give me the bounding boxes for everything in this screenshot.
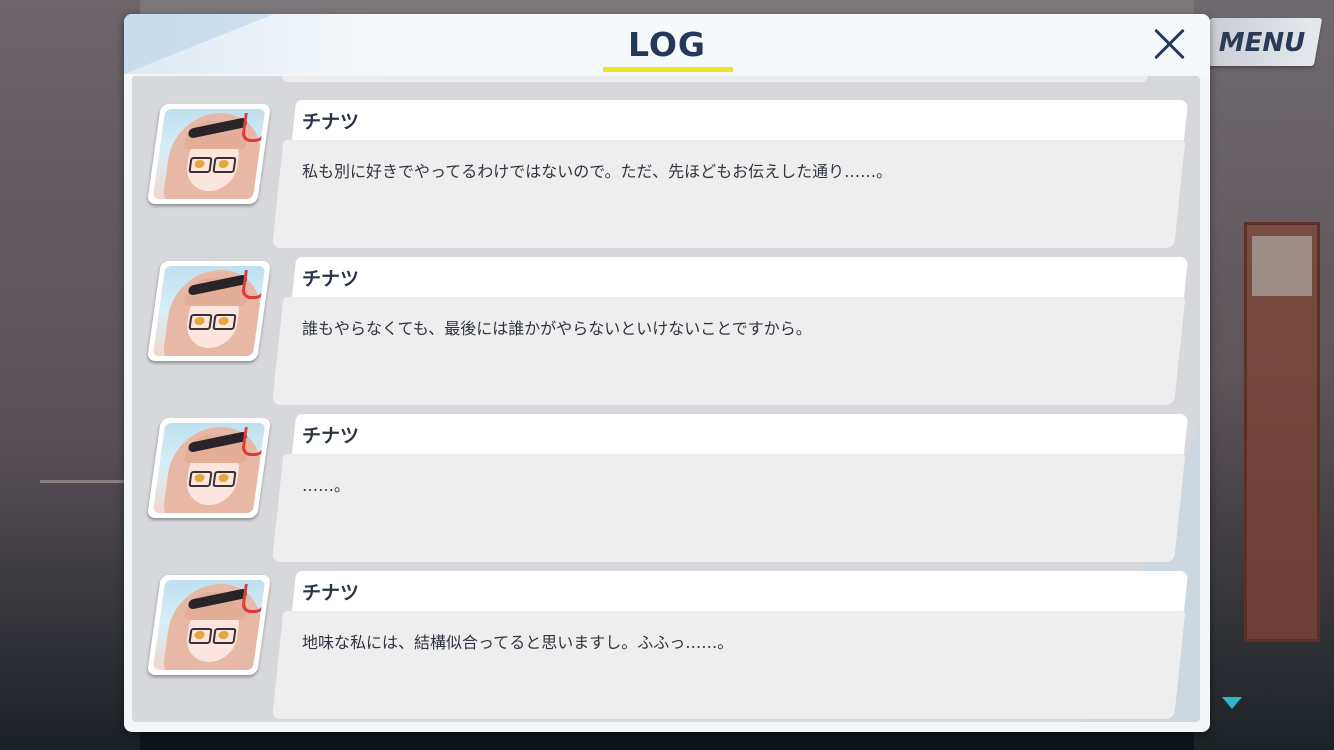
- log-entry: チナツ ……。: [132, 414, 1200, 566]
- door-window: [1252, 236, 1312, 296]
- menu-button-label[interactable]: MENU: [1214, 26, 1310, 60]
- name-plate: [292, 257, 1189, 297]
- message-text: ……。: [302, 476, 351, 495]
- log-header: LOG: [124, 14, 1210, 74]
- log-entry: チナツ 地味な私には、結構似合ってると思いますし。ふふっ……。: [132, 571, 1200, 722]
- log-window: LOG チナツ 私も別に好きでやってるわけではないので。ただ、先ほどもお伝えした…: [124, 14, 1210, 732]
- log-entry: チナツ 私も別に好きでやってるわけではないので。ただ、先ほどもお伝えした通り………: [132, 100, 1200, 252]
- left-wall: [0, 0, 140, 750]
- speaker-name: チナツ: [302, 268, 360, 290]
- message-bubble: [272, 297, 1186, 405]
- character-avatar-icon[interactable]: [146, 104, 272, 204]
- message-text: 私も別に好きでやってるわけではないので。ただ、先ほどもお伝えした通り……。: [302, 162, 893, 181]
- close-icon[interactable]: [1150, 24, 1190, 64]
- character-avatar-icon[interactable]: [146, 418, 272, 518]
- header-decoration: [124, 14, 274, 74]
- name-plate: [292, 571, 1189, 611]
- message-bubble: [272, 454, 1186, 562]
- scroll-down-triangle-icon[interactable]: [1222, 697, 1242, 709]
- title-underline: [603, 67, 733, 72]
- speaker-name: チナツ: [302, 582, 360, 604]
- character-avatar-icon[interactable]: [146, 575, 272, 675]
- character-avatar-icon[interactable]: [146, 261, 272, 361]
- message-bubble: [272, 611, 1186, 719]
- message-text: 誰もやらなくても、最後には誰かがやらないといけないことですから。: [302, 319, 812, 338]
- log-title: LOG: [628, 25, 706, 64]
- speaker-name: チナツ: [302, 111, 360, 133]
- name-plate: [292, 414, 1189, 454]
- log-entry: チナツ 誰もやらなくても、最後には誰かがやらないといけないことですから。: [132, 257, 1200, 409]
- log-list[interactable]: チナツ 私も別に好きでやってるわけではないので。ただ、先ほどもお伝えした通り………: [132, 76, 1200, 722]
- message-bubble: [272, 140, 1186, 248]
- speaker-name: チナツ: [302, 425, 360, 447]
- name-plate: [292, 100, 1189, 140]
- message-text: 地味な私には、結構似合ってると思いますし。ふふっ……。: [302, 633, 734, 652]
- previous-entry-edge: [282, 76, 1148, 82]
